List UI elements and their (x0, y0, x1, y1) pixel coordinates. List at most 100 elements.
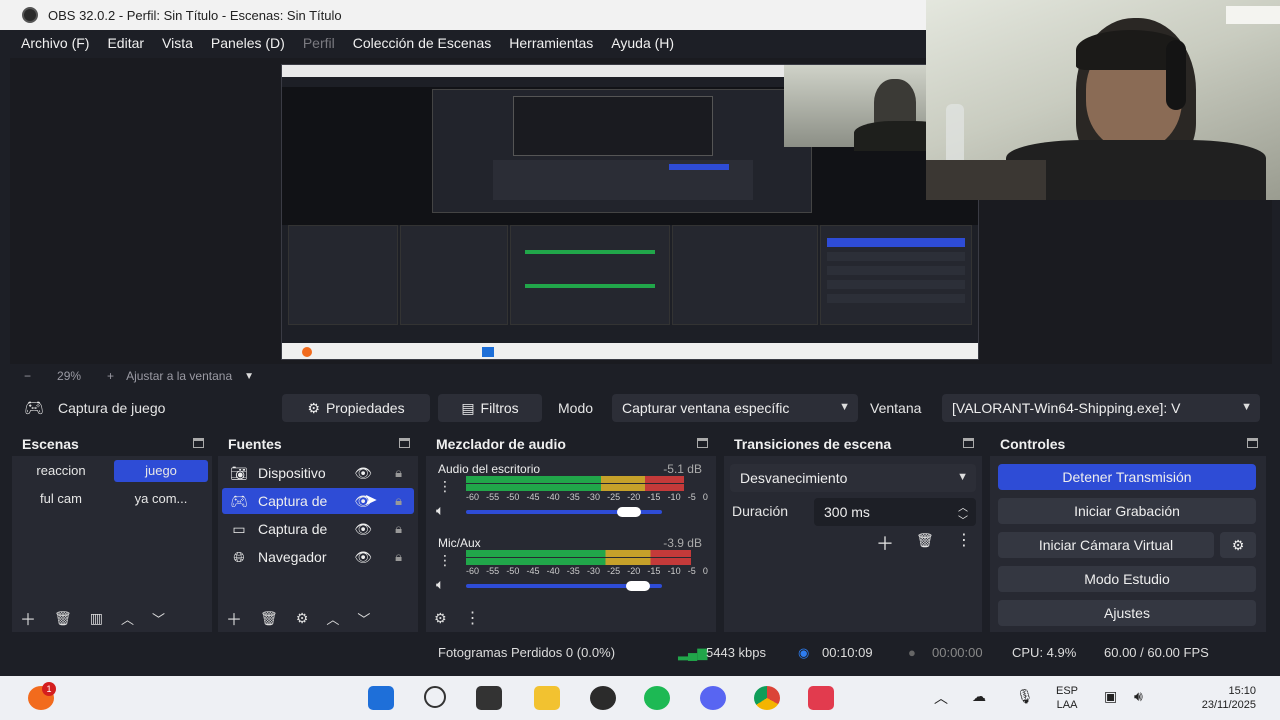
search-icon[interactable] (424, 686, 446, 708)
preview-canvas[interactable] (281, 64, 979, 360)
fit-window-label[interactable]: Ajustar a la ventana (126, 369, 232, 383)
zoom-out-button[interactable]: − (24, 369, 31, 383)
scenes-header: Escenas (12, 432, 212, 456)
volume-slider[interactable] (466, 581, 662, 591)
stop-stream-button[interactable]: Detener Transmisión (998, 464, 1256, 490)
menu-ayuda[interactable]: Ayuda (H) (611, 35, 674, 51)
start-recording-button[interactable]: Iniciar Grabación (998, 498, 1256, 524)
task-view-icon[interactable] (476, 686, 502, 710)
source-item-captura-pantalla[interactable]: ▭ Captura de 👁︎ 🔒︎ (222, 516, 414, 542)
source-properties-button[interactable]: ⚙ (296, 610, 309, 627)
chrome-icon[interactable] (754, 686, 780, 710)
window-select[interactable]: [VALORANT-Win64-Shipping.exe]: V ▼ (942, 394, 1260, 422)
move-down-button[interactable]: ﹀ (152, 609, 165, 628)
stream-time: 00:10:09 (822, 645, 873, 660)
menu-archivo[interactable]: Archivo (F) (21, 35, 89, 51)
add-transition-button[interactable]: ＋ (876, 530, 894, 556)
mixer-title: Mezclador de audio (436, 436, 566, 452)
gear-icon: ⚙ (307, 399, 320, 416)
volume-slider[interactable] (466, 507, 662, 517)
settings-button[interactable]: Ajustes (998, 600, 1256, 626)
windows-start-icon[interactable] (368, 686, 394, 710)
cloud-icon[interactable]: ☁︎ (972, 688, 986, 705)
eye-icon[interactable]: 👁︎ (354, 521, 372, 538)
transition-select[interactable]: Desvanecimiento ▼ (730, 464, 976, 492)
meter-tick-label: -10 (667, 566, 681, 576)
undock-icon[interactable] (1247, 438, 1258, 448)
move-up-button[interactable]: ︿ (326, 609, 339, 628)
duration-label: Duración (732, 503, 789, 519)
speaker-icon[interactable]: 🔈︎ (436, 502, 444, 519)
menu-editar[interactable]: Editar (107, 35, 144, 51)
menu-coleccion-escenas[interactable]: Colección de Escenas (353, 35, 492, 51)
menu-paneles[interactable]: Paneles (D) (211, 35, 285, 51)
meter-bar-left (466, 550, 692, 557)
start-virtualcam-button[interactable]: Iniciar Cámara Virtual (998, 532, 1214, 558)
scene-ful-cam[interactable]: ful cam (16, 488, 106, 510)
source-item-navegador[interactable]: 🌐︎ Navegador 👁︎ 🔒︎ (222, 544, 414, 570)
obs-taskbar-icon[interactable] (590, 686, 616, 710)
add-source-button[interactable]: ＋ (226, 606, 242, 630)
meter-tick-label: -5 (687, 566, 696, 576)
undock-icon[interactable] (399, 438, 410, 448)
menu-vista[interactable]: Vista (162, 35, 193, 51)
chevron-down-icon: ▼ (957, 471, 968, 483)
lock-icon[interactable]: 🔒︎ (395, 493, 402, 509)
dropped-frames: Fotogramas Perdidos 0 (0.0%) (438, 645, 616, 660)
volume-knob[interactable] (616, 507, 641, 517)
app-icon[interactable] (808, 686, 834, 710)
kebab-menu-icon[interactable]: ⋮ (438, 478, 452, 495)
language-indicator[interactable]: ESP LAA (1056, 684, 1078, 712)
lock-icon[interactable]: 🔒︎ (395, 465, 402, 481)
channel-name: Mic/Aux (438, 536, 481, 550)
mode-label: Modo (558, 400, 594, 416)
eye-icon[interactable]: 👁︎ (354, 549, 372, 566)
source-label: Captura de (258, 493, 328, 509)
delete-transition-button[interactable]: 🗑︎ (916, 532, 934, 549)
kebab-menu-icon[interactable]: ⋮ (465, 608, 481, 628)
menu-herramientas[interactable]: Herramientas (509, 35, 593, 51)
spin-down-icon[interactable]: ﹀ (958, 512, 968, 526)
mixer-settings-icon[interactable]: ⚙ (434, 610, 447, 627)
add-scene-button[interactable]: ＋ (20, 606, 36, 630)
lock-icon[interactable]: 🔒︎ (395, 549, 402, 565)
source-label: Dispositivo (258, 465, 326, 481)
microphone-icon[interactable]: 🎙︎ (1016, 688, 1034, 705)
undock-icon[interactable] (697, 438, 708, 448)
duration-input[interactable]: 300 ms ︿ ﹀ (814, 498, 976, 526)
scene-filters-button[interactable]: ▥ (90, 610, 103, 627)
studio-mode-button[interactable]: Modo Estudio (998, 566, 1256, 592)
menu-perfil[interactable]: Perfil (303, 35, 335, 51)
delete-source-button[interactable]: 🗑︎ (260, 610, 278, 627)
discord-icon[interactable] (700, 686, 726, 710)
delete-scene-button[interactable]: 🗑︎ (54, 610, 72, 627)
scene-juego[interactable]: juego (114, 460, 208, 482)
scene-ya-com[interactable]: ya com... (114, 488, 208, 510)
undock-icon[interactable] (963, 438, 974, 448)
zoom-dropdown-chevron-icon[interactable]: ▼ (244, 371, 254, 382)
scene-reaccion[interactable]: reaccion (16, 460, 106, 482)
kebab-menu-icon[interactable]: ⋮ (956, 530, 972, 550)
source-item-dispositivo[interactable]: 📷︎ Dispositivo 👁︎ 🔒︎ (222, 460, 414, 486)
move-down-button[interactable]: ﹀ (357, 609, 370, 628)
eye-icon[interactable]: 👁︎ (354, 465, 372, 482)
source-item-captura-juego[interactable]: 🎮︎ Captura de 👁︎ 🔒︎ (222, 488, 414, 514)
kebab-menu-icon[interactable]: ⋮ (438, 552, 452, 569)
undock-icon[interactable] (193, 438, 204, 448)
network-icon[interactable]: ▣ (1104, 688, 1117, 705)
zoom-in-button[interactable]: + (107, 369, 114, 383)
volume-icon[interactable]: 🔊︎ (1134, 688, 1143, 705)
move-up-button[interactable]: ︿ (121, 609, 134, 628)
filters-button[interactable]: ▤ Filtros (438, 394, 542, 422)
speaker-icon[interactable]: 🔈︎ (436, 576, 444, 593)
mode-select[interactable]: Capturar ventana específic ▼ (612, 394, 858, 422)
chevron-up-icon[interactable]: ︿ (934, 688, 948, 708)
spotify-icon[interactable] (644, 686, 670, 710)
file-explorer-icon[interactable] (534, 686, 560, 710)
system-clock[interactable]: 15:10 23/11/2025 (1202, 684, 1256, 712)
virtualcam-settings-button[interactable]: ⚙ (1220, 532, 1256, 558)
volume-knob[interactable] (626, 581, 651, 591)
sources-title: Fuentes (228, 436, 282, 452)
lock-icon[interactable]: 🔒︎ (395, 521, 402, 537)
properties-button[interactable]: ⚙ Propiedades (282, 394, 430, 422)
